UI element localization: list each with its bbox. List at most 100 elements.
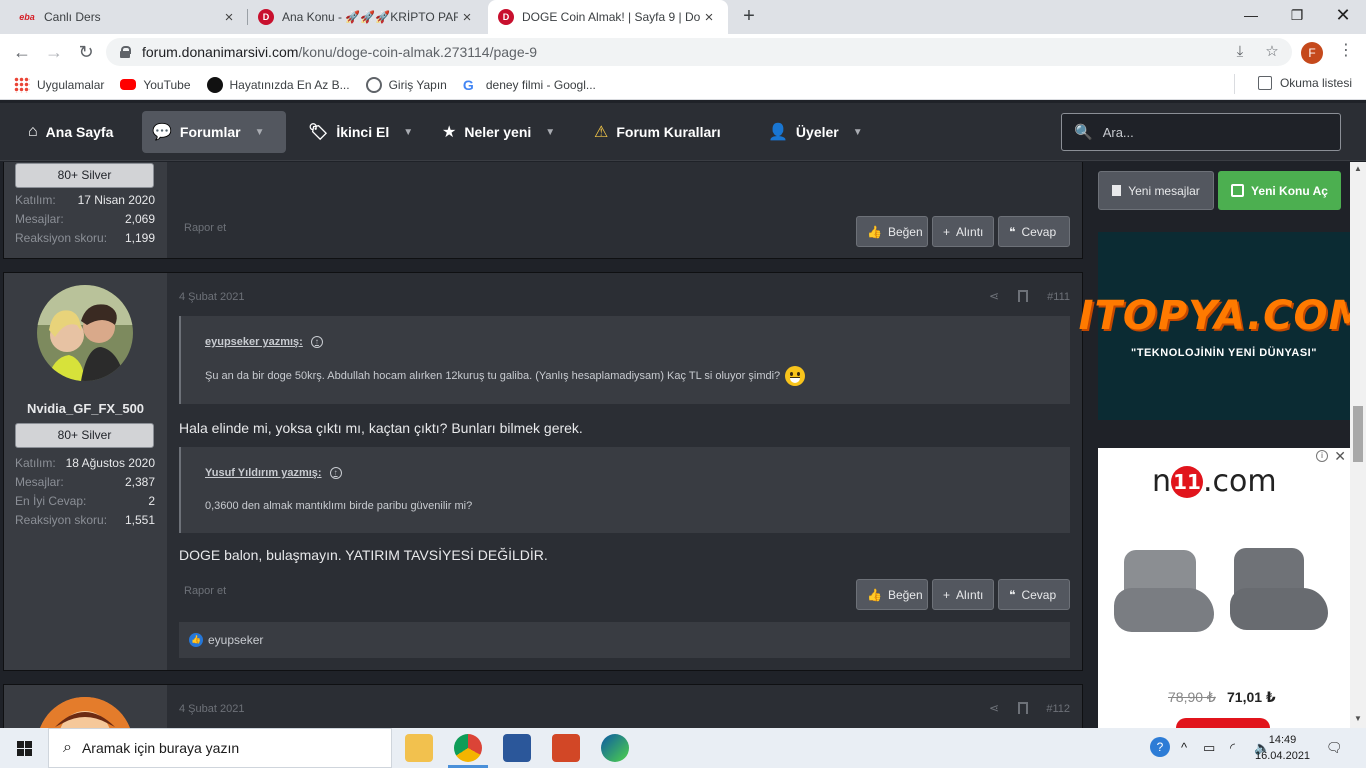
- reactions-bar[interactable]: 👍 eyupseker: [179, 622, 1070, 658]
- like-button[interactable]: 👍 Beğen: [856, 579, 928, 610]
- bookmark-label: deney filmi - Googl...: [485, 77, 596, 92]
- forum-nav-bar: ⌂ Ana Sayfa 💬 Forumlar ▼ 🏷 İkinci El ▼ ★…: [0, 103, 1366, 161]
- forum-search-input[interactable]: 🔍 Ara...: [1061, 113, 1341, 151]
- browser-tab[interactable]: D Ana Konu - 🚀🚀🚀KRİPTO PARA ×: [248, 0, 486, 34]
- bookmark-youtube[interactable]: YouTube: [120, 78, 191, 92]
- scroll-up-arrow-icon[interactable]: ▲: [1354, 164, 1362, 173]
- nav-home[interactable]: ⌂ Ana Sayfa: [18, 111, 123, 153]
- close-tab-icon[interactable]: ×: [700, 9, 718, 26]
- taskbar-clock[interactable]: 14:49 16.04.2021: [1255, 732, 1310, 764]
- like-button[interactable]: 👍 Beğen: [856, 216, 928, 247]
- clock-time: 14:49: [1268, 734, 1297, 746]
- arrow-up-circle-icon[interactable]: ↑: [310, 336, 323, 348]
- nav-second-hand[interactable]: 🏷 İkinci El ▼: [298, 111, 423, 153]
- n11-logo-suffix: .com: [1203, 464, 1277, 499]
- browser-tab-active[interactable]: D DOGE Coin Almak! | Sayfa 9 | Don ×: [488, 0, 728, 34]
- quote-button[interactable]: + Alıntı: [932, 579, 994, 610]
- page-scrollbar[interactable]: ▲ ▼: [1350, 162, 1366, 728]
- taskbar-search-box[interactable]: ⌕ Aramak için buraya yazın: [48, 728, 392, 768]
- stat-key: En İyi Cevap:: [15, 494, 87, 508]
- address-bar[interactable]: forum.donanimarsivi.com/konu/doge-coin-a…: [106, 38, 1292, 66]
- nav-forums[interactable]: 💬 Forumlar ▼: [142, 111, 286, 153]
- bookmark-item[interactable]: Giriş Yapın: [365, 76, 447, 93]
- quote-button[interactable]: + Alıntı: [932, 216, 994, 247]
- lock-icon: [120, 46, 131, 58]
- help-icon[interactable]: ?: [1150, 737, 1170, 757]
- share-icon[interactable]: ⋖: [989, 701, 999, 715]
- bookmark-apps[interactable]: Uygulamalar: [14, 76, 104, 93]
- word-icon[interactable]: [503, 734, 531, 762]
- bookmark-item[interactable]: G deney filmi - Googl...: [463, 77, 596, 93]
- ad-cta-button[interactable]: [1176, 718, 1270, 728]
- wifi-icon[interactable]: ◜: [1230, 740, 1235, 756]
- avatar[interactable]: [37, 697, 133, 728]
- username-link[interactable]: Nvidia_GF_FX_500: [4, 401, 167, 416]
- report-link[interactable]: Rapor et: [184, 585, 226, 597]
- post-date-link[interactable]: 4 Şubat 2021: [179, 291, 244, 303]
- nav-forum-rules[interactable]: ⚠ Forum Kuralları: [584, 111, 731, 153]
- minimize-window-button[interactable]: —: [1228, 0, 1274, 32]
- post-number-link[interactable]: #112: [1046, 703, 1070, 715]
- reply-button[interactable]: ❝ Cevap: [998, 216, 1070, 247]
- start-button[interactable]: [0, 728, 48, 768]
- powerpoint-icon[interactable]: [552, 734, 580, 762]
- avatar[interactable]: [37, 285, 133, 381]
- file-explorer-icon[interactable]: [405, 734, 433, 762]
- donanimarsivi-favicon-icon: D: [258, 9, 274, 25]
- ad-info-icon[interactable]: i: [1316, 450, 1328, 462]
- scroll-down-arrow-icon[interactable]: ▼: [1354, 714, 1362, 723]
- stat-value: 2,069: [124, 212, 155, 226]
- share-icon[interactable]: ⋖: [989, 289, 999, 303]
- windows-logo-icon-part: [25, 741, 32, 748]
- quote-author-link[interactable]: Yusuf Yıldırım yazmış: ↑: [205, 467, 342, 479]
- stat-value: 1,199: [124, 231, 155, 245]
- button-label: Cevap: [1021, 224, 1057, 239]
- maximize-window-button[interactable]: ❐: [1274, 0, 1320, 32]
- arrow-up-circle-icon[interactable]: ↑: [329, 467, 342, 479]
- chevron-up-icon[interactable]: ^: [1181, 740, 1187, 755]
- n11-logo-badge: 11: [1171, 466, 1204, 498]
- profile-avatar[interactable]: F: [1301, 42, 1323, 64]
- nav-whats-new[interactable]: ★ Neler yeni ▼: [432, 111, 565, 153]
- new-tab-button[interactable]: +: [737, 4, 761, 28]
- stat-key: Mesajlar:: [15, 475, 64, 489]
- forward-button[interactable]: →: [40, 38, 68, 66]
- close-window-button[interactable]: ✕: [1320, 0, 1366, 32]
- bookmark-item[interactable]: Hayatınızda En Az B...: [206, 76, 350, 93]
- report-link[interactable]: Rapor et: [184, 222, 226, 234]
- browser-tab[interactable]: eba Canlı Ders ×: [8, 0, 248, 34]
- scrollbar-thumb[interactable]: [1353, 406, 1363, 462]
- reload-button[interactable]: ↻: [72, 38, 100, 66]
- chrome-icon[interactable]: [454, 734, 482, 762]
- n11-ad-banner[interactable]: i ✕ n 11.com 78,90 ₺ 71,01 ₺: [1098, 448, 1350, 728]
- nav-members[interactable]: 👤 Üyeler ▼: [758, 111, 873, 153]
- button-label: Beğen: [887, 587, 923, 602]
- search-placeholder: Ara...: [1102, 124, 1134, 140]
- chevron-down-icon[interactable]: ▼: [403, 127, 413, 138]
- chevron-down-icon[interactable]: ▼: [545, 127, 555, 138]
- post-number-link[interactable]: #111: [1047, 291, 1070, 303]
- post-date-link[interactable]: 4 Şubat 2021: [179, 703, 244, 715]
- quote-marks-icon: ❝: [1009, 587, 1016, 602]
- battery-icon[interactable]: ▭: [1203, 740, 1215, 756]
- back-button[interactable]: ←: [8, 38, 36, 66]
- itopya-ad-banner[interactable]: ITOPYA.COM "TEKNOLOJİNİN YENİ DÜNYASI": [1079, 232, 1366, 420]
- new-thread-button[interactable]: Yeni Konu Aç: [1218, 171, 1341, 210]
- close-tab-icon[interactable]: ×: [220, 9, 238, 26]
- quote-author-link[interactable]: eyupseker yazmış: ↑: [205, 336, 323, 348]
- close-ad-icon[interactable]: ✕: [1334, 448, 1346, 465]
- new-messages-button[interactable]: Yeni mesajlar: [1098, 171, 1214, 210]
- edge-icon[interactable]: [601, 734, 629, 762]
- reading-list-button[interactable]: Okuma listesi: [1233, 74, 1352, 94]
- chevron-down-icon[interactable]: ▼: [255, 127, 265, 138]
- close-tab-icon[interactable]: ×: [458, 9, 476, 26]
- bookmark-icon[interactable]: [1018, 290, 1028, 302]
- bookmark-star-icon[interactable]: ☆: [1258, 38, 1286, 66]
- notifications-icon[interactable]: 🗨: [1326, 740, 1343, 756]
- chevron-down-icon[interactable]: ▼: [853, 127, 863, 138]
- browser-menu-icon[interactable]: ⋮: [1336, 38, 1356, 66]
- new-price: 71,01 ₺: [1227, 689, 1276, 705]
- reply-button[interactable]: ❝ Cevap: [998, 579, 1070, 610]
- bookmark-icon[interactable]: [1018, 702, 1028, 714]
- install-app-icon[interactable]: ⤓: [1226, 38, 1254, 66]
